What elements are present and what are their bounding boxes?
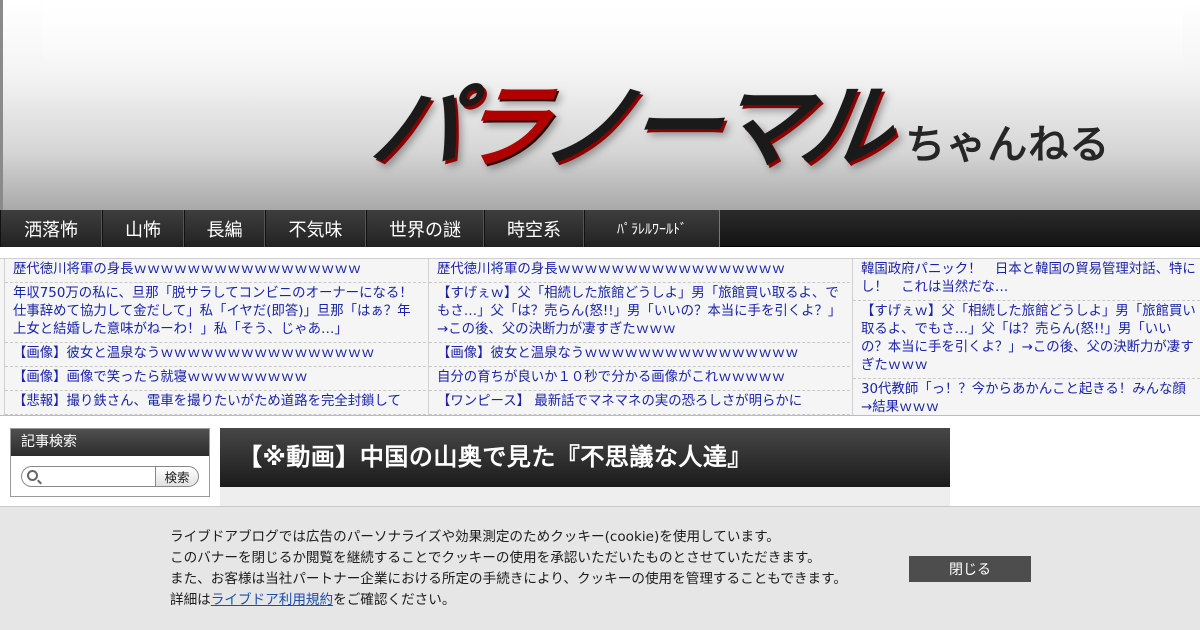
search-form: 検索: [21, 466, 199, 488]
link-roll-item[interactable]: 30代教師「っ！？今からあかんこと起きる！みんな顔→結果ｗｗｗ: [853, 379, 1200, 415]
nav-item-sharekowa[interactable]: 洒落怖: [0, 210, 102, 247]
link-roll-item[interactable]: 韓国政府パニック！ 日本と韓国の貿易管理対話、特にし！ これは当然だな…: [853, 259, 1200, 301]
nav-item-jikuukei[interactable]: 時空系: [484, 210, 584, 247]
terms-link[interactable]: ライブドア利用規約: [211, 592, 333, 608]
search-widget-title: 記事検索: [11, 429, 209, 456]
nav-item-chouhen[interactable]: 長編: [184, 210, 265, 247]
link-roll-column-1: 歴代徳川将軍の身長ｗｗｗｗｗｗｗｗｗｗｗｗｗｗｗｗｗ 年収750万の私に、旦那「…: [4, 259, 426, 415]
cookie-text-line: 詳細はライブドア利用規約をご確認ください。: [170, 590, 890, 611]
nav-item-yamakowa[interactable]: 山怖: [102, 210, 184, 247]
link-roll-column-2: 歴代徳川将軍の身長ｗｗｗｗｗｗｗｗｗｗｗｗｗｗｗｗｗ 【すげぇｗ】父「相続した旅…: [428, 259, 850, 415]
link-roll-item[interactable]: 【悲報】撮り鉄さん、電車を撮りたいがため道路を完全封鎖して: [5, 391, 426, 415]
search-icon: [27, 470, 38, 481]
cookie-text-line: このバナーを閉じるか閲覧を継続することでクッキーの使用を承認いただいたものとさせ…: [170, 550, 821, 566]
cookie-text-line: ライブドアブログでは広告のパーソナライズや効果測定のためクッキー(cookie)…: [170, 529, 780, 545]
link-roll-item[interactable]: 年収750万の私に、旦那「脱サラしてコンビニのオーナーになる！仕事辞めて協力して…: [5, 283, 426, 343]
cookie-text-line: また、お客様は当社パートナー企業における所定の手続きにより、クッキーの使用を管理…: [170, 571, 847, 587]
cookie-detail-suffix: をご確認ください。: [333, 592, 456, 608]
link-roll-item[interactable]: 【画像】彼女と温泉なうｗｗｗｗｗｗｗｗｗｗｗｗｗｗｗｗ: [5, 343, 426, 367]
nav-item-sekai-no-nazo[interactable]: 世界の謎: [366, 210, 484, 247]
link-roll-item[interactable]: 【すげぇｗ】父「相続した旅館どうしよ」男「旅館買い取るよ、でもさ…」父「は？売ら…: [853, 301, 1200, 379]
link-roll-item[interactable]: 歴代徳川将軍の身長ｗｗｗｗｗｗｗｗｗｗｗｗｗｗｗｗｗ: [429, 259, 850, 283]
logo-title: パラノーマル: [365, 74, 895, 181]
logo-subtitle: ちゃんねる: [905, 122, 1111, 168]
nav-filler: [720, 210, 1200, 246]
category-nav: 洒落怖 山怖 長編 不気味 世界の謎 時空系 ﾊﾟﾗﾚﾙﾜｰﾙﾄﾞ: [0, 210, 1200, 247]
nav-item-parallel-world[interactable]: ﾊﾟﾗﾚﾙﾜｰﾙﾄﾞ: [584, 210, 720, 247]
search-button[interactable]: 検索: [155, 466, 199, 487]
site-logo[interactable]: パラノーマル ちゃんねる: [366, 54, 1111, 181]
article-title[interactable]: 【※動画】中国の山奥で見た『不思議な人達』: [220, 428, 950, 487]
link-roll-item[interactable]: 歴代徳川将軍の身長ｗｗｗｗｗｗｗｗｗｗｗｗｗｗｗｗｗ: [5, 259, 426, 283]
cookie-detail-prefix: 詳細は: [170, 592, 211, 608]
cookie-message: ライブドアブログでは広告のパーソナライズや効果測定のためクッキー(cookie)…: [170, 527, 890, 611]
link-roll-item[interactable]: 【ワンピース】 最新話でマネマネの実の恐ろしさが明らかに: [429, 391, 850, 415]
nav-item-bukimi[interactable]: 不気味: [265, 210, 366, 247]
related-links-area: 歴代徳川将軍の身長ｗｗｗｗｗｗｗｗｗｗｗｗｗｗｗｗｗ 年収750万の私に、旦那「…: [0, 258, 1200, 416]
cookie-close-button[interactable]: 閉じる: [909, 556, 1031, 582]
link-roll-item[interactable]: 【すげぇｗ】父「相続した旅館どうしよ」男「旅館買い取るよ、でもさ…」父「は？売ら…: [429, 283, 850, 343]
header-banner[interactable]: パラノーマル ちゃんねる: [0, 0, 1200, 210]
cookie-consent-banner: ライブドアブログでは広告のパーソナライズや効果測定のためクッキー(cookie)…: [0, 506, 1200, 630]
link-roll-column-3: 韓国政府パニック！ 日本と韓国の貿易管理対話、特にし！ これは当然だな… 【すげ…: [852, 259, 1200, 415]
link-roll-item[interactable]: 自分の育ちが良いか１０秒で分かる画像がこれｗｗｗｗｗ: [429, 367, 850, 391]
link-roll-item[interactable]: 【画像】画像で笑ったら就寝ｗｗｗｗｗｗｗｗｗ: [5, 367, 426, 391]
article-search-widget: 記事検索 検索: [10, 428, 210, 497]
article-meta-bar: [220, 487, 950, 507]
link-roll-item[interactable]: 【画像】彼女と温泉なうｗｗｗｗｗｗｗｗｗｗｗｗｗｗｗｗ: [429, 343, 850, 367]
